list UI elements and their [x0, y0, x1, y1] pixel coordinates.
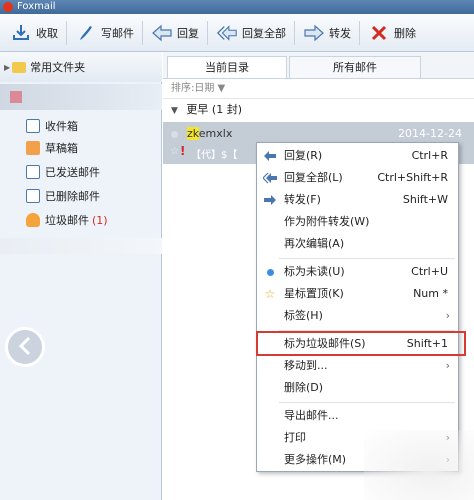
read-dot-icon — [171, 131, 178, 138]
folder-group-header[interactable]: ▶ 常用文件夹 — [0, 52, 162, 82]
reply-icon — [151, 22, 173, 44]
star-outline-icon[interactable]: ☆ — [170, 146, 179, 157]
reply-all-label: 回复全部 — [242, 26, 286, 40]
menu-item-delete[interactable]: 删除(D) — [257, 377, 458, 399]
title-bar: Foxmail — [0, 0, 474, 14]
sidebar-item-junk[interactable]: 垃圾邮件 (1) — [26, 212, 108, 228]
delete-button[interactable]: 删除 — [368, 14, 416, 51]
toolbar-separator — [294, 20, 295, 45]
pen-icon — [75, 22, 97, 44]
foxmail-logo-icon — [3, 2, 13, 12]
star-icon: ☆ — [264, 287, 276, 301]
receive-icon — [10, 22, 32, 44]
menu-item-star[interactable]: ☆ 星标置顶(K) Num * — [257, 283, 458, 305]
folder-sidebar: ▶ 常用文件夹 收件箱 草稿箱 已发送邮件 已删除邮件 垃圾邮件 (1) — [0, 52, 162, 500]
sidebar-item-label: 已删除邮件 — [45, 190, 100, 203]
menu-separator — [279, 402, 455, 403]
toolbar-separator — [142, 20, 143, 45]
submenu-arrow-icon: › — [445, 309, 450, 322]
group-label: 更早 (1 封) — [186, 103, 242, 116]
sort-selector[interactable]: 排序:日期 ▼ — [163, 79, 474, 99]
menu-item-reply-all[interactable]: 回复全部(L) Ctrl+Shift+R — [257, 167, 458, 189]
trash-icon — [26, 189, 40, 203]
tab-all-mail[interactable]: 所有邮件 — [289, 56, 421, 78]
menu-item-forward[interactable]: 转发(F) Shift+W — [257, 189, 458, 211]
sidebar-item-sent[interactable]: 已发送邮件 — [26, 164, 100, 180]
unread-dot-icon — [263, 265, 277, 279]
menu-item-move-to[interactable]: 移动到... › — [257, 355, 458, 377]
submenu-arrow-icon: › — [445, 359, 450, 372]
expand-triangle-icon: ▼ — [171, 106, 178, 116]
menu-item-mark-unread[interactable]: 标为未读(U) Ctrl+U — [257, 261, 458, 283]
account-avatar — [10, 91, 22, 103]
menu-item-export[interactable]: 导出邮件... — [257, 405, 458, 427]
menu-item-forward-as-attachment[interactable]: 作为附件转发(W) — [257, 211, 458, 233]
tab-current-folder[interactable]: 当前目录 — [167, 56, 287, 78]
mail-sender: zkemxlx — [187, 127, 233, 140]
menu-separator — [279, 258, 455, 259]
flag-important-icon: ! — [180, 144, 186, 158]
menu-item-re-edit[interactable]: 再次编辑(A) — [257, 233, 458, 255]
blurred-region — [0, 238, 162, 254]
back-nav-button[interactable] — [5, 327, 45, 367]
toolbar-separator — [359, 20, 360, 45]
compose-label: 写邮件 — [101, 26, 134, 40]
toolbar-separator — [66, 20, 67, 45]
sidebar-item-inbox[interactable]: 收件箱 — [26, 118, 78, 134]
app-title: Foxmail — [17, 1, 56, 12]
mail-subject: 【代】$【 — [191, 150, 238, 161]
group-header[interactable]: ▼ 更早 (1 封) — [163, 99, 474, 121]
compose-button[interactable]: 写邮件 — [75, 14, 134, 51]
receive-button[interactable]: 收取 — [10, 14, 58, 51]
watermark-blur — [364, 430, 474, 500]
menu-item-reply[interactable]: 回复(R) Ctrl+R — [257, 145, 458, 167]
menu-item-tags[interactable]: 标签(H) › — [257, 305, 458, 327]
highlight-box — [256, 331, 466, 356]
sidebar-item-label: 垃圾邮件 — [45, 214, 89, 227]
reply-all-icon — [263, 171, 277, 185]
chevron-left-icon — [17, 336, 33, 359]
context-menu: 回复(R) Ctrl+R 回复全部(L) Ctrl+Shift+R 转发(F) Shi… — [256, 142, 459, 472]
sent-icon — [26, 165, 40, 179]
folder-icon — [12, 61, 27, 73]
sidebar-item-label: 收件箱 — [45, 120, 78, 133]
forward-label: 转发 — [329, 26, 351, 40]
junk-count-badge: (1) — [92, 213, 108, 227]
toolbar-separator — [207, 20, 208, 45]
forward-icon — [303, 22, 325, 44]
delete-x-icon — [368, 22, 390, 44]
drafts-icon — [26, 141, 40, 155]
forward-button[interactable]: 转发 — [303, 14, 351, 51]
toolbar: 收取 写邮件 回复 回复全部 转发 删除 — [0, 14, 474, 52]
delete-label: 删除 — [394, 26, 416, 40]
reply-all-button[interactable]: 回复全部 — [216, 14, 286, 51]
account-row-blurred[interactable] — [0, 84, 162, 110]
mail-date: 2014-12-24 — [398, 127, 462, 140]
sidebar-item-trash[interactable]: 已删除邮件 — [26, 188, 100, 204]
reply-icon — [263, 149, 277, 163]
receive-label: 收取 — [36, 26, 58, 40]
reply-label: 回复 — [177, 26, 199, 40]
sidebar-item-drafts[interactable]: 草稿箱 — [26, 140, 78, 156]
forward-icon — [263, 193, 277, 207]
sidebar-item-label: 草稿箱 — [45, 142, 78, 155]
reply-all-icon — [216, 22, 238, 44]
sidebar-item-label: 已发送邮件 — [45, 166, 100, 179]
reply-button[interactable]: 回复 — [151, 14, 199, 51]
inbox-icon — [26, 119, 40, 133]
junk-icon — [26, 213, 40, 227]
collapse-arrow-icon: ▶ — [4, 62, 11, 72]
mail-tabs: 当前目录 所有邮件 — [163, 52, 474, 79]
folder-group-label: 常用文件夹 — [30, 61, 86, 74]
